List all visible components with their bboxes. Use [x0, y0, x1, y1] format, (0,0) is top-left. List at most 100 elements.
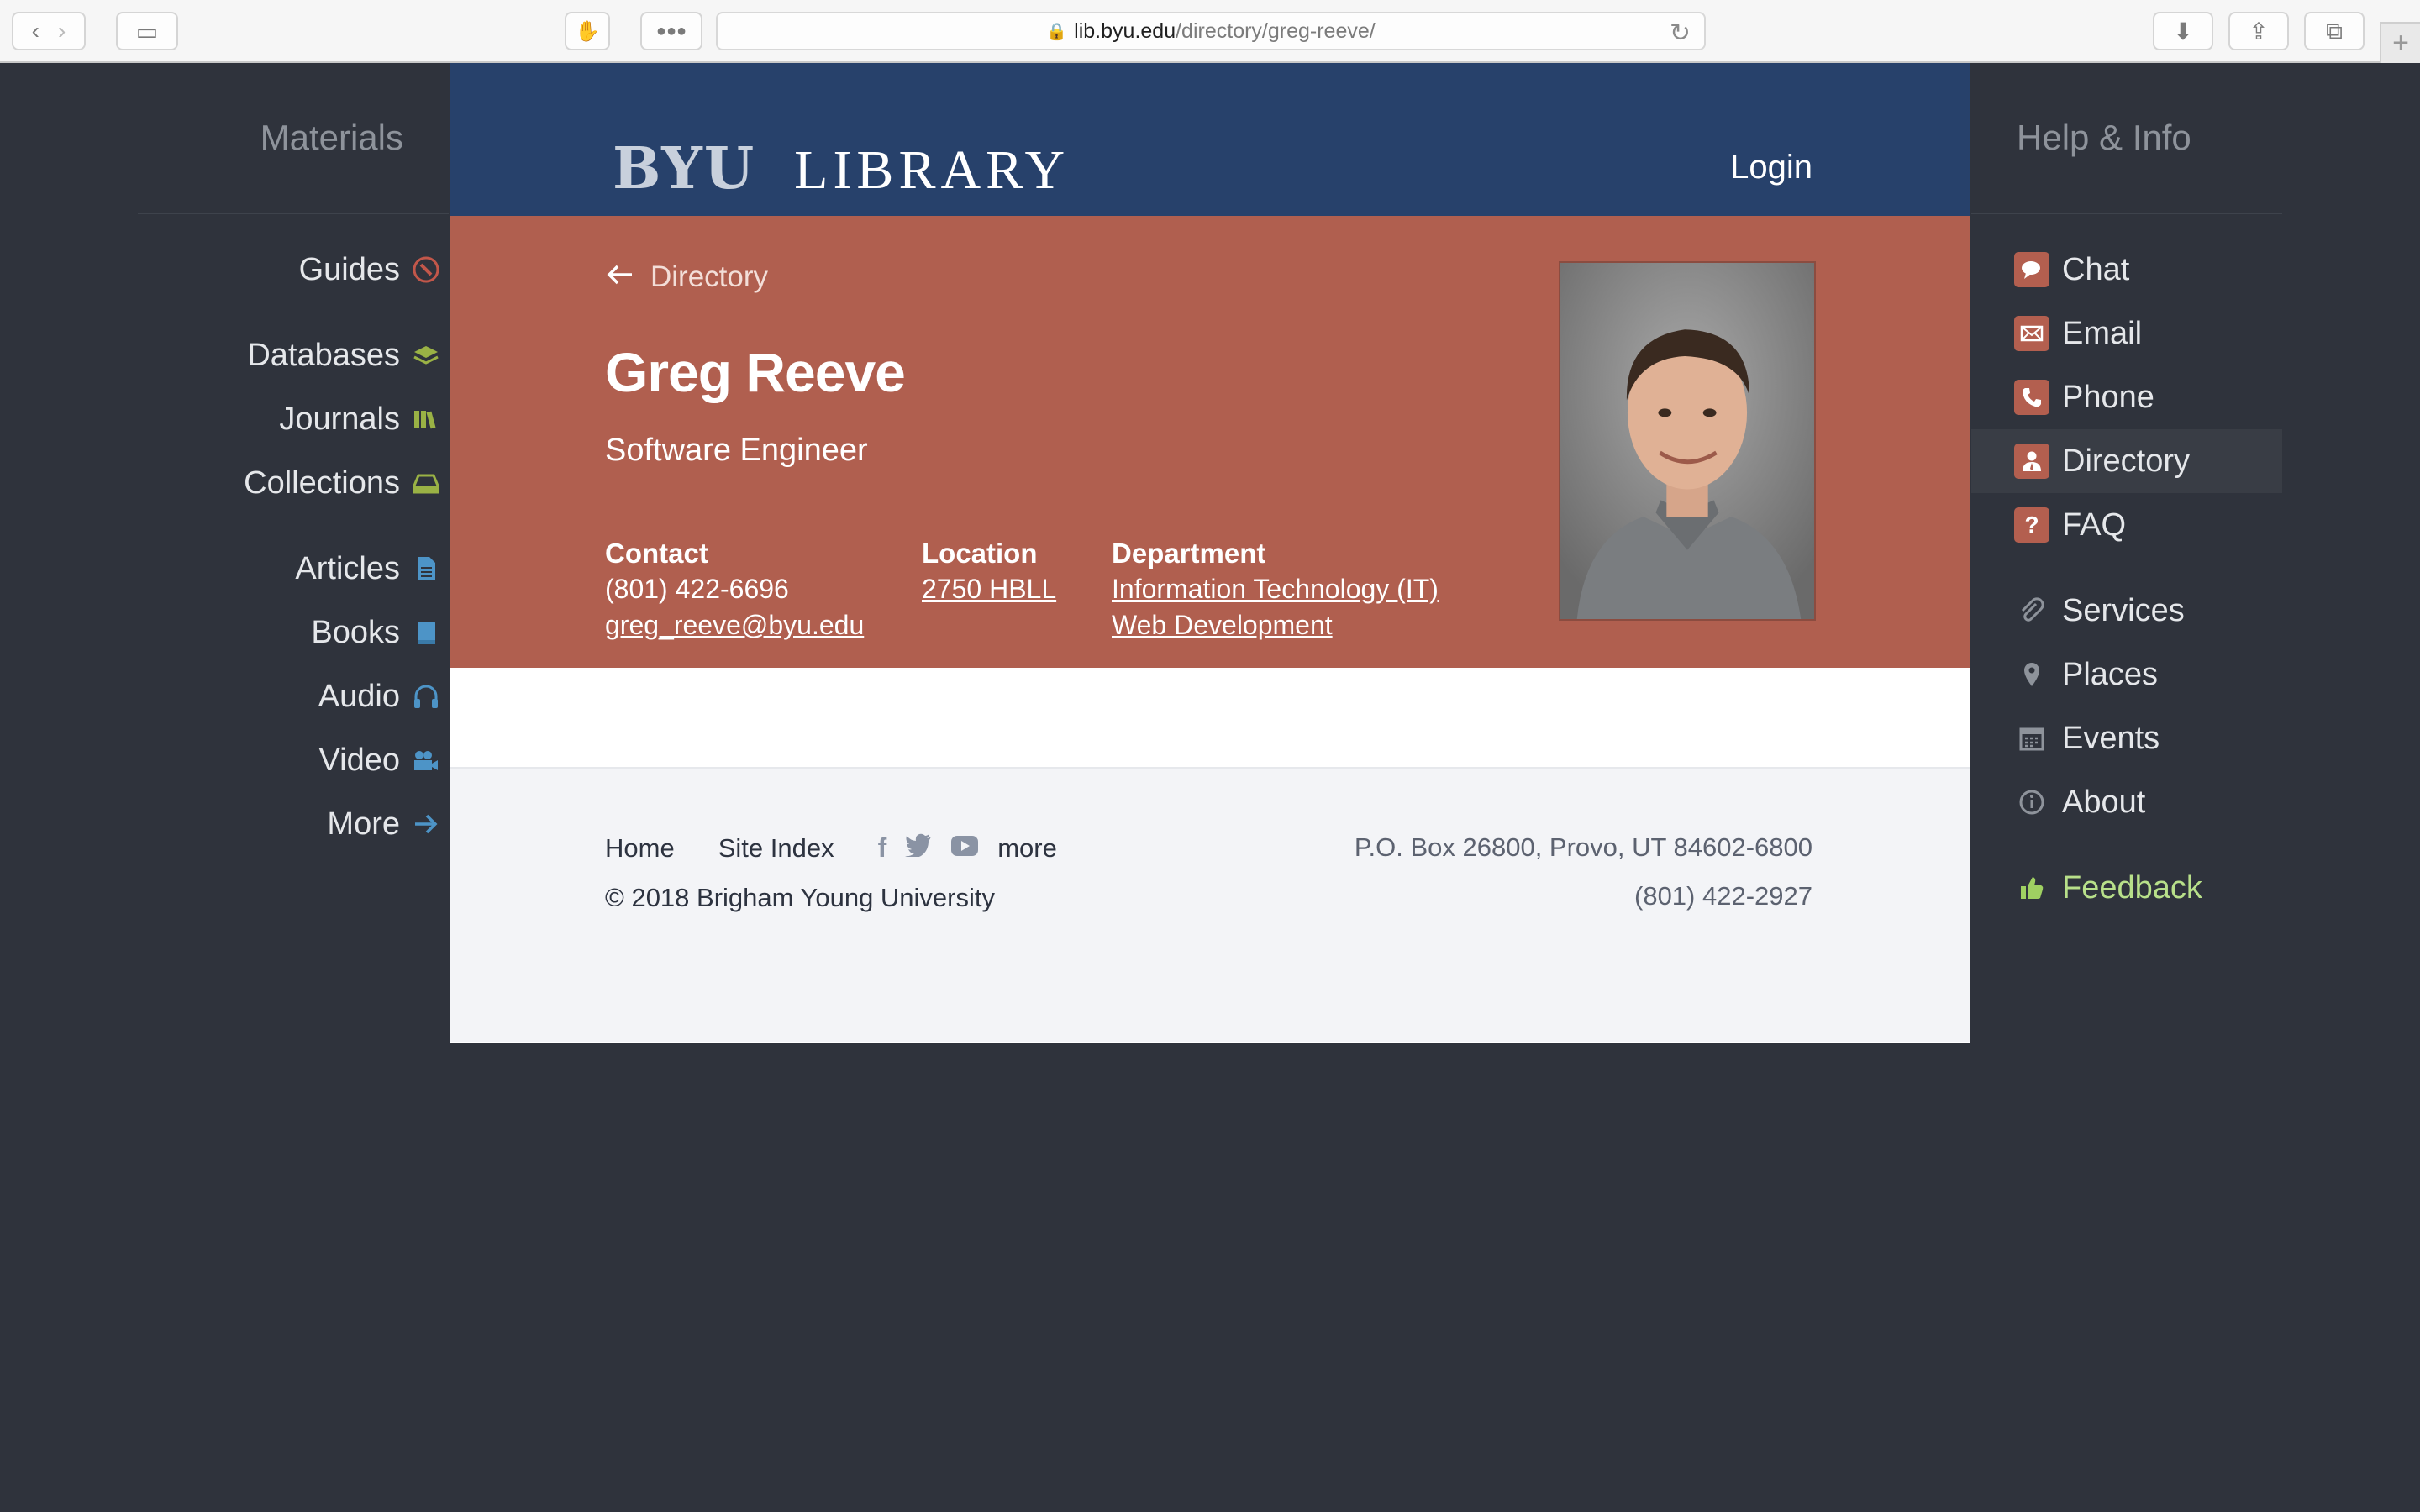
nav-articles[interactable]: Articles — [138, 537, 449, 601]
hand-icon: ✋ — [575, 19, 600, 43]
nav-label: About — [2062, 784, 2146, 820]
share-icon: ⇪ — [2249, 18, 2269, 45]
nav-audio[interactable]: Audio — [138, 664, 449, 728]
lock-icon: 🔒 — [1046, 22, 1068, 41]
nav-collections[interactable]: Collections — [138, 451, 449, 515]
location-block: Location 2750 HBLL — [922, 535, 1056, 607]
portrait-photo — [1559, 261, 1816, 621]
nav-label: Email — [2062, 315, 2143, 351]
plus-icon: + — [2392, 27, 2409, 59]
footer-site-index-link[interactable]: Site Index — [718, 833, 834, 864]
url-path: /directory/greg-reeve/ — [1176, 18, 1376, 43]
calendar-icon — [2013, 720, 2050, 757]
login-link[interactable]: Login — [1730, 149, 1812, 186]
department-label: Department — [1112, 538, 1266, 569]
twitter-icon[interactable] — [905, 832, 932, 864]
nav-label: Directory — [2062, 443, 2191, 479]
logo-library-text: LIBRARY — [794, 139, 1071, 201]
person-title: Software Engineer — [605, 433, 868, 468]
help-info-heading: Help & Info — [1971, 63, 2282, 214]
contact-email-link[interactable]: greg_reeve@byu.edu — [605, 607, 864, 643]
nav-books[interactable]: Books — [138, 601, 449, 664]
nav-label: Databases — [247, 337, 400, 373]
byu-library-logo[interactable]: BYU LIBRARY — [613, 135, 1070, 202]
info-icon — [2013, 784, 2050, 821]
nav-journals[interactable]: Journals — [138, 387, 449, 451]
nav-label: Audio — [318, 678, 400, 714]
nav-more[interactable]: More — [138, 792, 449, 856]
nav-directory[interactable]: Directory — [1971, 429, 2282, 493]
nav-places[interactable]: Places — [1971, 643, 2282, 706]
back-icon[interactable]: ‹ — [32, 18, 39, 45]
nav-label: Phone — [2062, 379, 2154, 415]
logo-byu-text: BYU — [613, 135, 756, 202]
arrow-right-icon — [403, 810, 449, 838]
youtube-icon[interactable] — [950, 832, 979, 864]
person-name: Greg Reeve — [605, 341, 906, 403]
forward-icon[interactable]: › — [58, 18, 66, 45]
nav-chat[interactable]: Chat — [1971, 238, 2282, 302]
new-tab-button[interactable]: + — [2380, 22, 2420, 63]
nav-label: FAQ — [2062, 507, 2127, 543]
chat-icon — [2014, 252, 2049, 287]
nav-feedback[interactable]: Feedback — [1971, 856, 2282, 920]
profile-card: Directory Greg Reeve Software Engineer C… — [450, 216, 1970, 668]
share-button[interactable]: ⇪ — [2228, 12, 2289, 50]
url-host: lib.byu.edu — [1074, 18, 1176, 43]
nav-phone[interactable]: Phone — [1971, 365, 2282, 429]
dots-icon: ●●● — [655, 21, 687, 40]
back-forward-buttons[interactable]: ‹ › — [12, 12, 86, 50]
person-icon — [2014, 444, 2049, 479]
site-footer: Home Site Index f more © 2018 Brigham Yo… — [450, 769, 1970, 1042]
department-link[interactable]: Information Technology (IT) — [1112, 571, 1439, 607]
footer-home-link[interactable]: Home — [605, 833, 675, 864]
facebook-icon[interactable]: f — [878, 832, 887, 864]
subdepartment-link[interactable]: Web Development — [1112, 607, 1439, 643]
paperclip-icon — [2013, 592, 2050, 629]
reload-icon[interactable]: ↻ — [1670, 18, 1691, 48]
nav-video[interactable]: Video — [138, 728, 449, 792]
nav-label: Collections — [244, 465, 400, 501]
nav-guides[interactable]: Guides — [138, 238, 449, 302]
address-bar[interactable]: 🔒 lib.byu.edu/directory/greg-reeve/ ↻ — [716, 12, 1706, 50]
nav-label: Articles — [295, 550, 400, 586]
nav-label: Chat — [2062, 251, 2130, 287]
breadcrumb[interactable]: Directory — [605, 258, 768, 296]
nav-databases[interactable]: Databases — [138, 323, 449, 387]
contact-label: Contact — [605, 538, 708, 569]
video-icon — [403, 746, 449, 774]
layers-icon — [403, 341, 449, 370]
department-block: Department Information Technology (IT) W… — [1112, 535, 1439, 643]
privacy-button[interactable]: ✋ — [565, 12, 610, 50]
nav-label: Services — [2062, 592, 2185, 628]
nav-label: Events — [2062, 720, 2160, 756]
nav-label: More — [327, 806, 400, 842]
location-link[interactable]: 2750 HBLL — [922, 571, 1056, 607]
nav-services[interactable]: Services — [1971, 579, 2282, 643]
mail-icon — [2014, 316, 2049, 351]
extensions-button[interactable]: ●●● — [640, 12, 702, 50]
document-icon — [403, 554, 449, 583]
footer-address: P.O. Box 26800, Provo, UT 84602-6800 — [1354, 832, 1812, 862]
browser-toolbar: ‹ › ▭ ✋ ●●● 🔒 lib.byu.edu/directory/greg… — [0, 0, 2420, 63]
headphones-icon — [403, 682, 449, 711]
nav-faq[interactable]: ? FAQ — [1971, 493, 2282, 557]
phone-icon — [2014, 380, 2049, 415]
contact-block: Contact (801) 422-6696 greg_reeve@byu.ed… — [605, 535, 864, 643]
nav-label: Journals — [279, 401, 400, 437]
nav-events[interactable]: Events — [1971, 706, 2282, 770]
tabs-button[interactable]: ⧉ — [2304, 12, 2365, 50]
thumbs-up-icon — [2013, 869, 2050, 906]
materials-nav: Materials Guides Databases Journals Coll… — [138, 63, 449, 856]
footer-more-link[interactable]: more — [997, 833, 1057, 864]
downloads-button[interactable]: ⬇ — [2153, 12, 2213, 50]
nav-label: Feedback — [2062, 869, 2202, 906]
nav-label: Guides — [298, 251, 400, 287]
sidebar-toggle-button[interactable]: ▭ — [116, 12, 178, 50]
download-icon: ⬇ — [2173, 18, 2193, 45]
nav-about[interactable]: About — [1971, 770, 2282, 834]
archive-icon — [403, 469, 449, 497]
social-links: f — [878, 832, 980, 864]
nav-email[interactable]: Email — [1971, 302, 2282, 365]
content-spacer — [450, 668, 1970, 769]
